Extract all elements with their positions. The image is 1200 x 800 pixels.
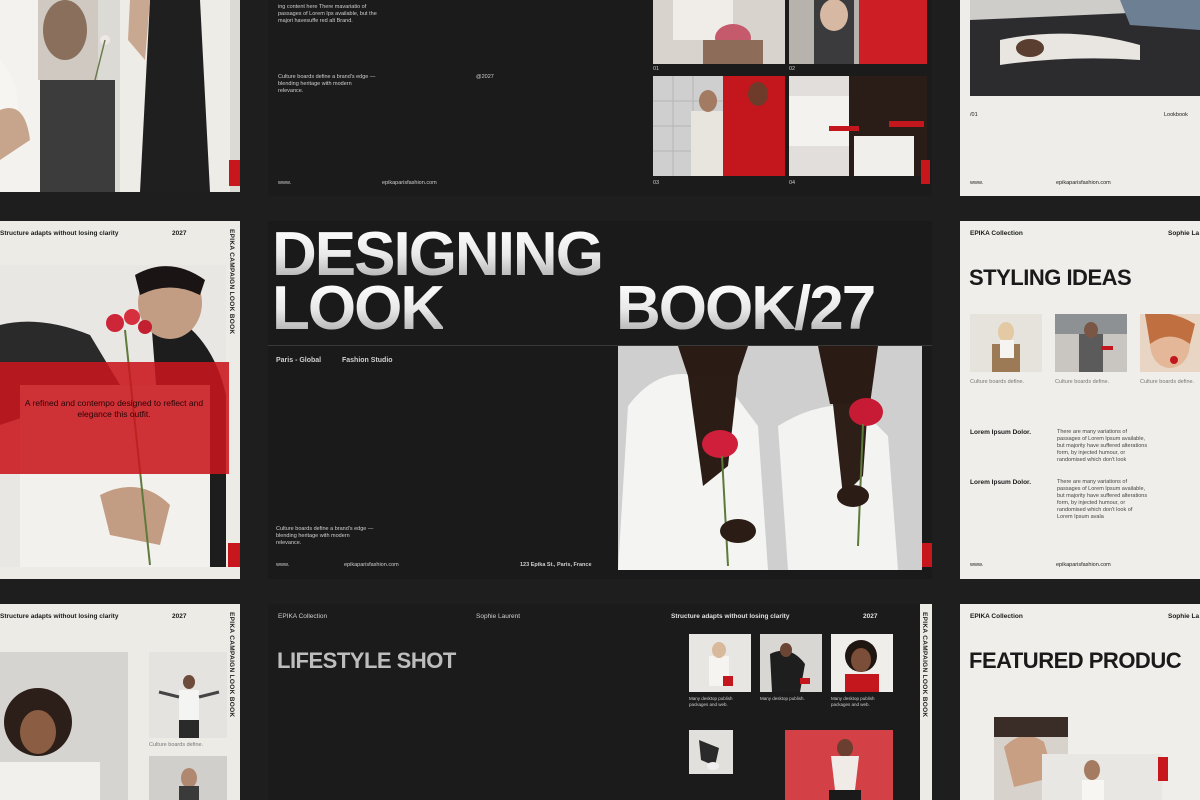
structure-header: Structure adapts without losing clarity [671,613,790,620]
slide-bottom-left[interactable]: Structure adapts without losing clarity … [0,604,240,800]
www-label: www. [276,562,290,568]
red-accent-bar [229,160,240,186]
brand-label: EPIKA Collection [970,613,1023,620]
photo-lifestyle-4 [689,730,733,774]
styling-caption-3: Culture boards define. [1140,379,1195,385]
photo-dancer [149,652,227,738]
website-link[interactable]: epikaparisfashion.com [1056,180,1111,187]
www-label: www. [278,180,292,186]
photo-featured-woman [1042,754,1162,800]
address-text: 123 Epika St., Paris, France [520,562,592,568]
photo-grid-4 [789,76,927,176]
photo-styling-2 [1055,314,1127,372]
overlay-caption: A refined and contempo designed to refle… [24,398,204,419]
brand-description: Culture boards define a brand's edge — b… [278,74,376,94]
author-label: Sophie La [1168,613,1200,620]
red-accent-bar [1158,757,1168,781]
styling-title: STYLING IDEAS [969,265,1132,290]
slide-top-grid[interactable]: 01 02 03 04 [648,0,932,196]
www-label: www. [970,180,984,186]
lifestyle-title: LIFESTYLE SHOT [277,648,456,673]
photo-lifestyle-3 [831,634,893,692]
slide-top-mid[interactable]: ing content here There mavariatio of pas… [268,0,648,196]
snippet-text: ing content here There mavariatio of pas… [278,4,377,24]
structure-header: Structure adapts without losing clarity [0,613,119,620]
vertical-campaign-text: EPIKA CAMPAIGN LOOK BOOK [228,612,235,718]
lifestyle-caption-2: Many desktop publish. [760,696,805,701]
hero-title-book: BOOK/27 [616,274,876,343]
red-accent-bar [922,543,932,567]
photo-caption: Culture boards define. [149,742,204,748]
year-label: 2027 [172,230,187,237]
grid-label-02: 02 [789,66,796,72]
photo-curly-woman [0,652,128,800]
photo-styling-3 [1140,314,1200,372]
studio-label: Fashion Studio [342,357,393,364]
slide-top-right[interactable]: /01 Lookbook www. epikaparisfashion.com [960,0,1200,196]
styling-caption-1: Culture boards define. [970,379,1025,385]
red-accent-bar [228,543,240,567]
page-number: /01 [970,112,978,118]
slide-featured-product[interactable]: EPIKA Collection Sophie La FEATURED PROD… [960,604,1200,800]
styling-caption-2: Culture boards define. [1055,379,1110,385]
photo-styling-1 [970,314,1042,372]
hero-title-look: LOOK [272,274,445,343]
lifestyle-caption-3: Many desktop publish packages and web. [831,696,875,707]
lifestyle-caption-1: Many desktop publish packages and web. [689,696,733,707]
grid-label-03: 03 [653,180,660,186]
featured-title: FEATURED PRODUC [969,648,1182,673]
vertical-campaign-text: EPIKA CAMPAIGN LOOK BOOK [228,229,235,335]
photo-woman-tulip [0,0,240,192]
website-link[interactable]: epikaparisfashion.com [1056,562,1111,569]
red-accent-bar [921,160,930,184]
website-link[interactable]: epikaparisfashion.com [344,562,399,569]
lookbook-label: Lookbook [1164,112,1188,118]
row1-label: Lorem Ipsum Dolor. [970,429,1032,436]
slide-lifestyle[interactable]: EPIKA Collection Sophie Laurent Structur… [268,604,932,800]
photo-grid-2 [789,0,927,64]
row2-label: Lorem Ipsum Dolor. [970,479,1032,486]
grid-label-04: 04 [789,180,796,186]
year-label: 2027 [863,613,878,620]
row1-text: There are many variations of passages of… [1057,429,1148,463]
vertical-campaign-text: EPIKA CAMPAIGN LOOK BOOK [921,612,928,718]
photo-lifestyle-2 [760,634,822,692]
photo-bottom-extra [149,756,227,800]
photo-grid-3 [653,76,785,176]
brand-description: Culture boards define a brand's edge — b… [276,526,374,546]
slide-hero[interactable]: DESIGNING LOOK BOOK/27 Paris - Global Fa… [268,221,932,579]
photo-grid-1 [653,0,785,64]
author-label: Sophie La [1168,230,1200,237]
photo-models-white-suits [618,346,922,570]
website-link[interactable]: epikaparisfashion.com [382,180,437,187]
www-label: www. [970,562,984,568]
copyright-year: @2027 [476,74,494,80]
location-label: Paris - Global [276,357,322,364]
grid-label-01: 01 [653,66,660,72]
author-label: Sophie Laurent [476,613,521,620]
year-label: 2027 [172,613,187,620]
slide-top-left[interactable] [0,0,240,192]
photo-lifestyle-1 [689,634,751,692]
structure-header: Structure adapts without losing clarity [0,230,119,237]
slide-styling-ideas[interactable]: EPIKA Collection Sophie La STYLING IDEAS… [960,221,1200,579]
slide-mid-left[interactable]: Structure adapts without losing clarity … [0,221,240,579]
photo-lifestyle-5 [785,730,893,800]
photo-woman-sofa [970,0,1200,96]
brand-label: EPIKA Collection [970,230,1023,237]
row2-text: There are many variations of passages of… [1057,479,1148,520]
brand-label: EPIKA Collection [278,613,328,620]
